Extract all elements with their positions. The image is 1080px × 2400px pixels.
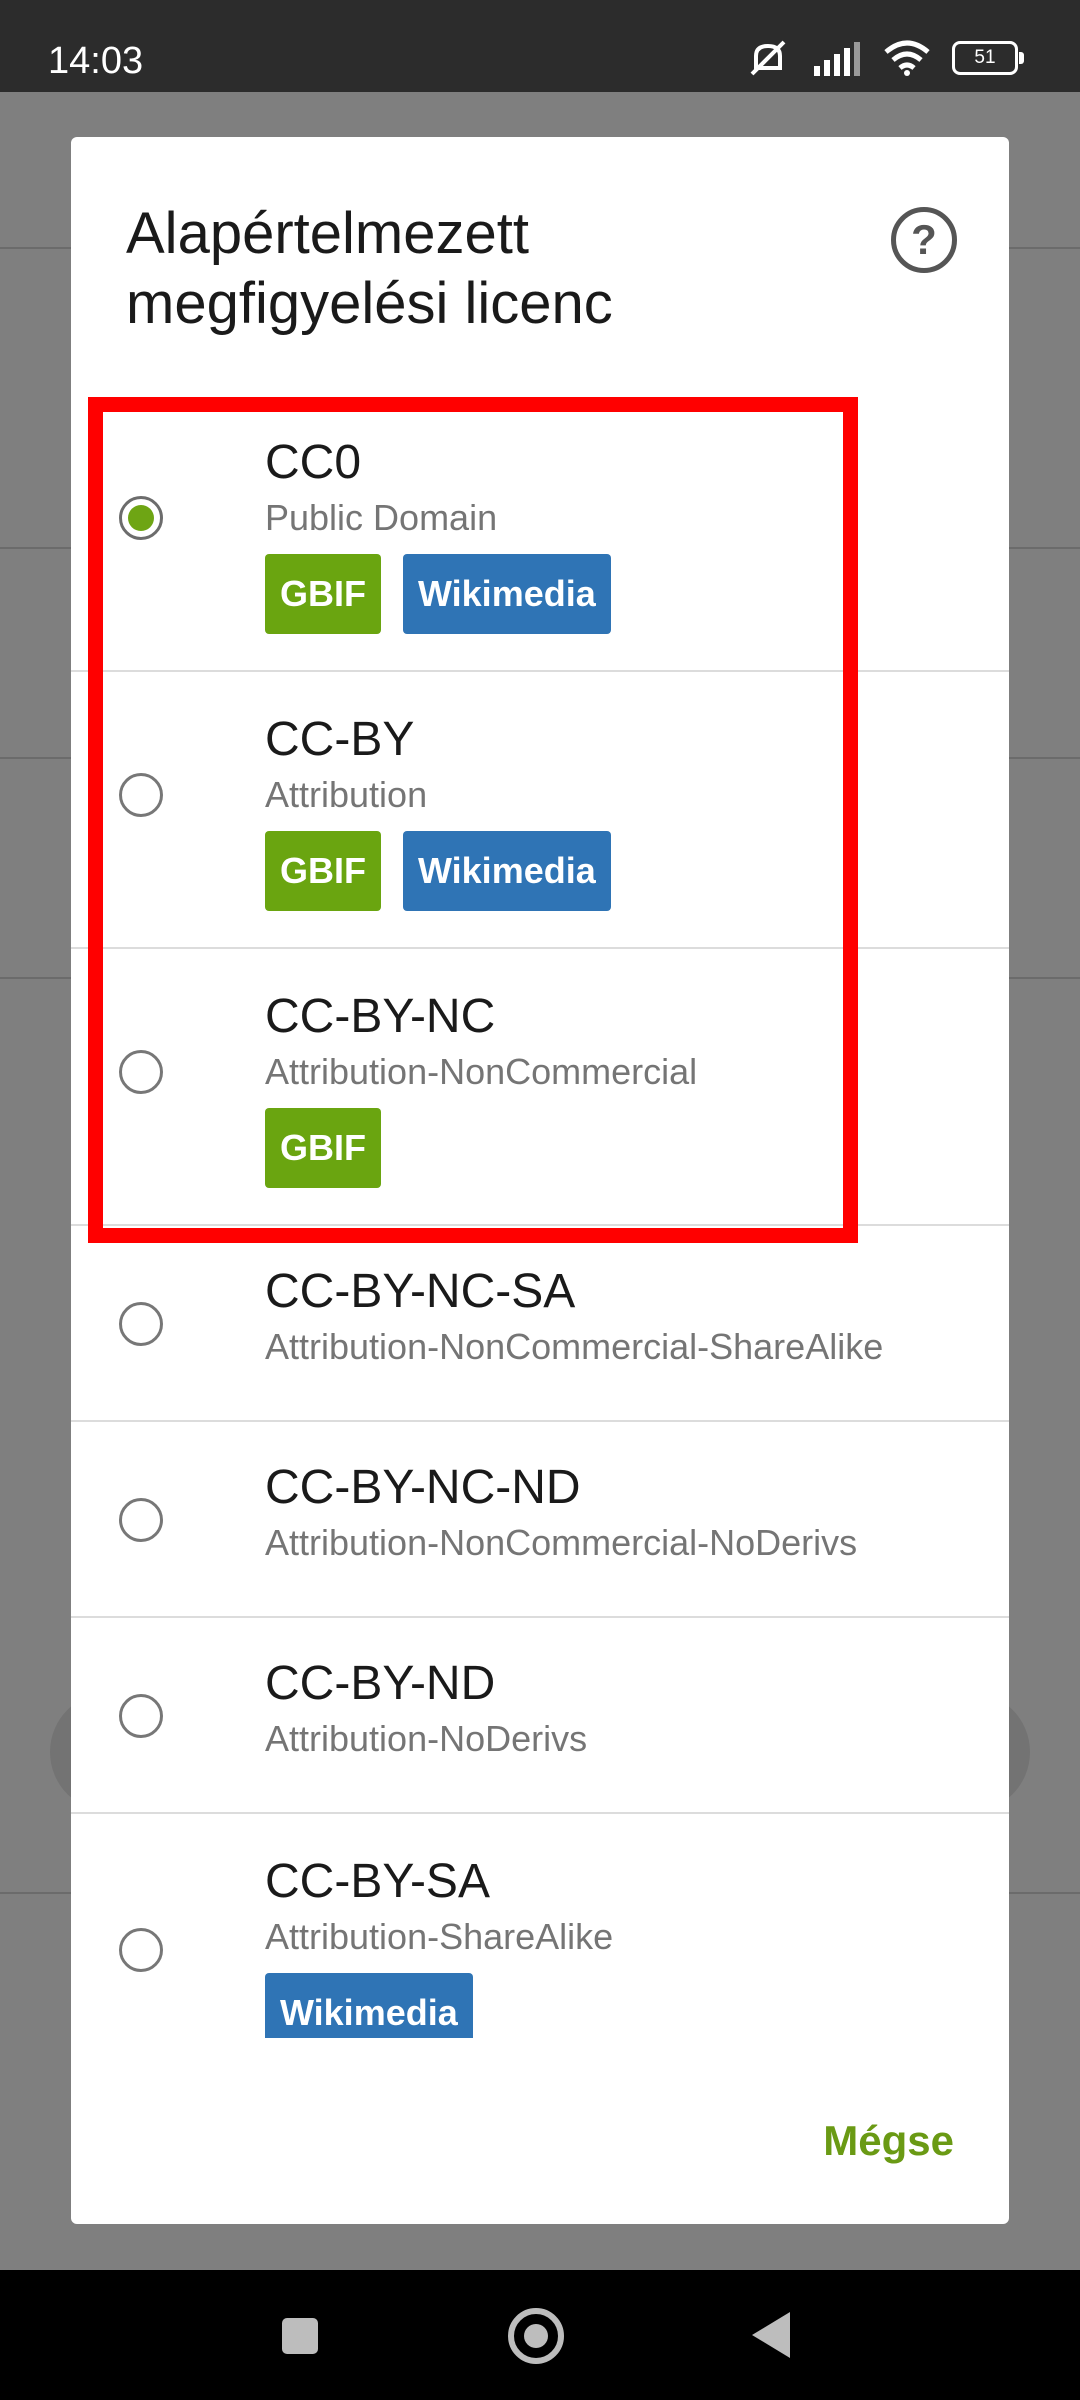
recents-icon[interactable] xyxy=(282,2318,318,2354)
cancel-button[interactable]: Mégse xyxy=(823,2117,954,2165)
home-icon[interactable] xyxy=(508,2308,564,2364)
status-icons: 51 xyxy=(746,38,1024,78)
signal-icon xyxy=(814,42,860,76)
option-subtitle: Attribution-NonCommercial xyxy=(265,1051,698,1092)
wikimedia-badge: Wikimedia xyxy=(403,831,611,911)
radio-button[interactable] xyxy=(119,1050,163,1094)
license-option-cc-by-nd[interactable]: CC-BY-ND Attribution-NoDerivs xyxy=(71,1618,1009,1814)
license-dialog: Alapértelmezett megfigyelési licenc ? CC… xyxy=(71,137,1009,2224)
option-title: CC-BY-NC-ND xyxy=(265,1461,581,1514)
navigation-bar xyxy=(0,2270,1080,2400)
license-option-cc-by-nc[interactable]: CC-BY-NC Attribution-NonCommercial GBIF xyxy=(71,949,1009,1226)
wifi-icon xyxy=(884,40,930,76)
option-badges: Wikimedia xyxy=(265,1973,473,2038)
option-subtitle: Attribution xyxy=(265,774,428,815)
option-subtitle: Public Domain xyxy=(265,497,498,538)
radio-button[interactable] xyxy=(119,1928,163,1972)
status-bar: 14:03 51 xyxy=(0,0,1080,92)
license-option-cc-by-sa[interactable]: CC-BY-SA Attribution-ShareAlike Wikimedi… xyxy=(71,1814,1009,2038)
option-subtitle: Attribution-NoDerivs xyxy=(265,1718,588,1759)
silent-icon xyxy=(750,40,786,76)
wikimedia-badge: Wikimedia xyxy=(265,1973,473,2038)
gbif-badge: GBIF xyxy=(265,554,381,634)
option-title: CC-BY xyxy=(265,713,415,766)
license-list[interactable]: CC0 Public Domain GBIF Wikimedia CC-BY A… xyxy=(71,395,1009,2038)
back-icon[interactable] xyxy=(752,2312,790,2358)
option-title: CC-BY-NC xyxy=(265,990,496,1043)
battery-icon: 51 xyxy=(952,41,1024,75)
radio-button[interactable] xyxy=(119,1498,163,1542)
radio-button[interactable] xyxy=(119,1302,163,1346)
wikimedia-badge: Wikimedia xyxy=(403,554,611,634)
option-badges: GBIF xyxy=(265,1108,381,1188)
license-option-cc-by-nc-sa[interactable]: CC-BY-NC-SA Attribution-NonCommercial-Sh… xyxy=(71,1226,1009,1422)
radio-button[interactable] xyxy=(119,496,163,540)
license-option-cc-by-nc-nd[interactable]: CC-BY-NC-ND Attribution-NonCommercial-No… xyxy=(71,1422,1009,1618)
gbif-badge: GBIF xyxy=(265,1108,381,1188)
option-badges: GBIF Wikimedia xyxy=(265,554,611,634)
radio-button[interactable] xyxy=(119,1694,163,1738)
option-badges: GBIF Wikimedia xyxy=(265,831,611,911)
option-title: CC-BY-NC-SA xyxy=(265,1265,576,1318)
option-title: CC-BY-ND xyxy=(265,1657,496,1710)
option-subtitle: Attribution-NonCommercial-ShareAlike xyxy=(265,1326,884,1367)
dialog-title: Alapértelmezett megfigyelési licenc xyxy=(126,201,613,336)
radio-button[interactable] xyxy=(119,773,163,817)
license-option-cc-by[interactable]: CC-BY Attribution GBIF Wikimedia xyxy=(71,672,1009,949)
help-icon[interactable]: ? xyxy=(891,207,957,273)
option-subtitle: Attribution-ShareAlike xyxy=(265,1916,614,1957)
status-time: 14:03 xyxy=(48,40,144,82)
option-subtitle: Attribution-NonCommercial-NoDerivs xyxy=(265,1522,858,1563)
gbif-badge: GBIF xyxy=(265,831,381,911)
option-title: CC-BY-SA xyxy=(265,1855,490,1908)
license-option-cc0[interactable]: CC0 Public Domain GBIF Wikimedia xyxy=(71,395,1009,672)
option-title: CC0 xyxy=(265,436,362,489)
